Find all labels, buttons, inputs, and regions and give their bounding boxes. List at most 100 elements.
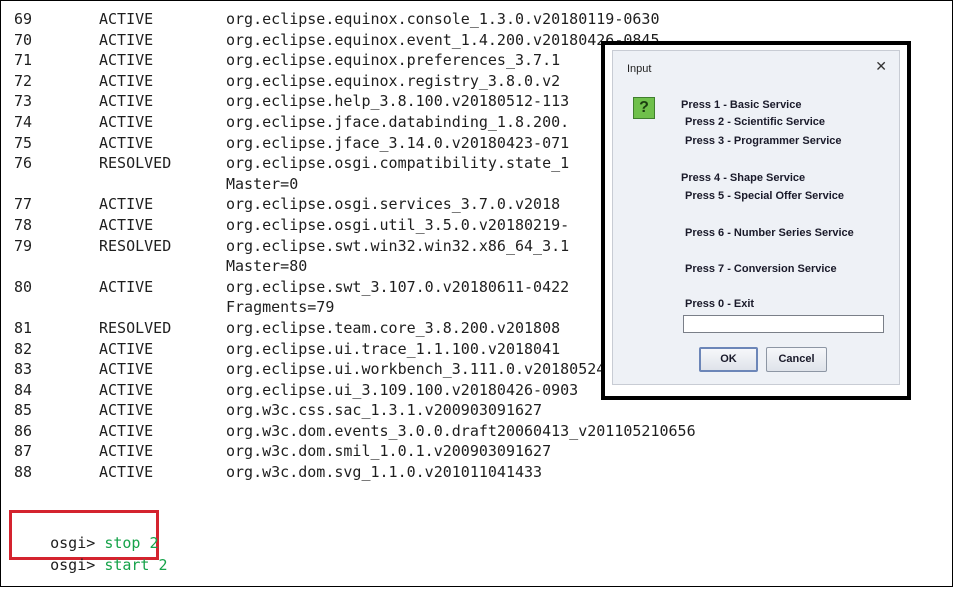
bundle-row: 73 ACTIVE org.eclipse.help_3.8.100.v201805… <box>14 91 696 112</box>
bundle-extra-info: Master=80 <box>226 257 308 276</box>
bundle-state: ACTIVE <box>99 195 154 214</box>
bundle-state: ACTIVE <box>99 71 154 90</box>
bundle-name: org.eclipse.ui.workbench_3.111.0.v201805… <box>226 360 651 379</box>
bundle-name-cell: org.eclipse.equinox.event_1.4.200.v20180… <box>226 30 659 51</box>
bundle-name: org.eclipse.osgi.services_3.7.0.v2018 <box>226 195 561 214</box>
bundle-name-cell: org.w3c.css.sac_1.3.1.v200903091627 <box>226 400 542 421</box>
bundle-row: 75 ACTIVE org.eclipse.jface_3.14.0.v201804… <box>14 133 696 154</box>
bundle-state: ACTIVE <box>99 51 154 70</box>
bundle-state: RESOLVED <box>99 154 172 173</box>
bundle-name-cell: org.w3c.dom.svg_1.1.0.v201011041433 <box>226 462 542 483</box>
bundle-row: 76 RESOLVED org.eclipse.osgi.compatibility… <box>14 153 696 194</box>
bundle-name-cell: org.eclipse.osgi.compatibility.state_1 Ma… <box>226 153 569 194</box>
bundle-state: ACTIVE <box>99 277 154 296</box>
bundle-name: org.eclipse.jface.databinding_1.8.200. <box>226 112 570 131</box>
bundle-row: 86 ACTIVE org.w3c.dom.events_3.0.0.draft20… <box>14 421 696 442</box>
bundle-name-cell: org.eclipse.jface.databinding_1.8.200. <box>226 112 569 133</box>
bundle-state: ACTIVE <box>99 360 154 379</box>
bundle-extra-info: Master=0 <box>226 174 299 193</box>
bundle-name: org.w3c.dom.svg_1.1.0.v201011041433 <box>226 463 543 482</box>
bundle-state: ACTIVE <box>99 401 154 420</box>
bundle-row: 78 ACTIVE org.eclipse.osgi.util_3.5.0.v201… <box>14 215 696 236</box>
bundle-name-cell: org.eclipse.help_3.8.100.v20180512-113 <box>226 91 569 112</box>
option-shape: Press 4 - Shape Service <box>681 172 806 184</box>
bundle-id: 81 <box>14 318 33 337</box>
bundle-name-cell: org.eclipse.ui.workbench_3.111.0.v201805… <box>226 359 650 380</box>
bundle-name-cell: org.eclipse.ui.trace_1.1.100.v2018041 <box>226 339 560 360</box>
bundle-id: 86 <box>14 421 33 440</box>
bundle-name: org.eclipse.equinox.event_1.4.200.v20180… <box>226 30 660 49</box>
bundle-name-cell: org.eclipse.osgi.services_3.7.0.v2018 <box>226 194 560 215</box>
bundle-id: 71 <box>14 51 33 70</box>
bundle-row: 77 ACTIVE org.eclipse.osgi.services_3.7.0.… <box>14 194 696 215</box>
bundle-id: 82 <box>14 339 33 358</box>
bundle-name: org.eclipse.ui.trace_1.1.100.v2018041 <box>226 339 561 358</box>
bundle-name-cell: org.w3c.dom.events_3.0.0.draft20060413_v… <box>226 421 696 442</box>
bundle-id: 88 <box>14 463 33 482</box>
bundle-id: 70 <box>14 30 33 49</box>
cancel-button[interactable]: Cancel <box>766 347 827 372</box>
bundle-state: ACTIVE <box>99 463 154 482</box>
option-special-offer: Press 5 - Special Offer Service <box>685 190 844 202</box>
bundle-state: ACTIVE <box>99 339 154 358</box>
answer-input[interactable] <box>683 315 884 333</box>
bundle-row: 85 ACTIVE org.w3c.css.sac_1.3.1.v200903091… <box>14 400 696 421</box>
bundle-name: org.eclipse.swt.win32.win32.x86_64_3.1 <box>226 236 570 255</box>
close-icon[interactable]: ✕ <box>875 59 887 75</box>
bundle-name-cell: org.eclipse.swt.win32.win32.x86_64_3.1 Ma… <box>226 236 569 277</box>
bundle-row: 83 ACTIVE org.eclipse.ui.workbench_3.111.0… <box>14 359 696 380</box>
bundle-state: ACTIVE <box>99 421 154 440</box>
bundle-id: 83 <box>14 360 33 379</box>
bundle-state: ACTIVE <box>99 92 154 111</box>
bundle-name: org.w3c.dom.events_3.0.0.draft20060413_v… <box>226 421 696 440</box>
bundle-state: ACTIVE <box>99 380 154 399</box>
option-scientific: Press 2 - Scientific Service <box>685 116 826 128</box>
bundle-extra-info: Fragments=79 <box>226 298 335 317</box>
bundle-name-cell: org.eclipse.team.core_3.8.200.v201808 <box>226 318 560 339</box>
bundle-name: org.eclipse.swt_3.107.0.v20180611-0422 <box>226 277 570 296</box>
option-conversion: Press 7 - Conversion Service <box>685 263 837 275</box>
command-line: osgi> start 2 <box>14 535 168 595</box>
bundle-state: RESOLVED <box>99 318 172 337</box>
bundle-id: 85 <box>14 401 33 420</box>
bundle-state: ACTIVE <box>99 112 154 131</box>
bundle-name-cell: org.eclipse.ui_3.109.100.v20180426-0903 <box>226 380 578 401</box>
bundle-state: ACTIVE <box>99 133 154 152</box>
dialog-title: Input <box>627 63 652 75</box>
bundle-name-cell: org.eclipse.equinox.preferences_3.7.1 <box>226 50 560 71</box>
bundle-list: 69 ACTIVE org.eclipse.equinox.console_1.3.… <box>14 9 696 483</box>
bundle-id: 79 <box>14 236 33 255</box>
bundle-state: ACTIVE <box>99 30 154 49</box>
bundle-id: 69 <box>14 10 33 28</box>
bundle-name-cell: org.eclipse.equinox.registry_3.8.0.v2 <box>226 71 560 92</box>
bundle-name: org.eclipse.help_3.8.100.v20180512-113 <box>226 92 570 111</box>
bundle-name-cell: org.eclipse.swt_3.107.0.v20180611-0422 Fr… <box>226 277 569 318</box>
bundle-id: 76 <box>14 154 33 173</box>
ok-button[interactable]: OK <box>699 347 758 372</box>
bundle-id: 72 <box>14 71 33 90</box>
bundle-row: 71 ACTIVE org.eclipse.equinox.preferences_… <box>14 50 696 71</box>
bundle-row: 69 ACTIVE org.eclipse.equinox.console_1.3.… <box>14 9 696 30</box>
bundle-name: org.eclipse.jface_3.14.0.v20180423-071 <box>226 133 570 152</box>
bundle-row: 87 ACTIVE org.w3c.dom.smil_1.0.1.v20090309… <box>14 441 696 462</box>
bundle-row: 88 ACTIVE org.w3c.dom.svg_1.1.0.v201011041… <box>14 462 696 483</box>
bundle-name: org.w3c.css.sac_1.3.1.v200903091627 <box>226 401 543 420</box>
command-text: start 2 <box>104 556 168 574</box>
bundle-name: org.eclipse.equinox.console_1.3.0.v20180… <box>226 10 660 28</box>
bundle-name: org.eclipse.team.core_3.8.200.v201808 <box>226 318 561 337</box>
input-dialog: Input ✕ ? Press 1 - Basic Service Press … <box>601 41 911 400</box>
bundle-name-cell: org.w3c.dom.smil_1.0.1.v200903091627 <box>226 441 551 462</box>
option-programmer: Press 3 - Programmer Service <box>685 135 842 147</box>
bundle-id: 73 <box>14 92 33 111</box>
bundle-state: RESOLVED <box>99 236 172 255</box>
bundle-id: 87 <box>14 442 33 461</box>
option-number-series: Press 6 - Number Series Service <box>685 227 854 239</box>
bundle-name: org.w3c.dom.smil_1.0.1.v200903091627 <box>226 442 552 461</box>
bundle-id: 80 <box>14 277 33 296</box>
bundle-row: 80 ACTIVE org.eclipse.swt_3.107.0.v2018061… <box>14 277 696 318</box>
dialog-body: Input ✕ ? Press 1 - Basic Service Press … <box>612 50 900 385</box>
option-basic: Press 1 - Basic Service <box>681 99 802 111</box>
bundle-id: 84 <box>14 380 33 399</box>
bundle-id: 74 <box>14 112 33 131</box>
bundle-row: 81 RESOLVED org.eclipse.team.core_3.8.200.… <box>14 318 696 339</box>
